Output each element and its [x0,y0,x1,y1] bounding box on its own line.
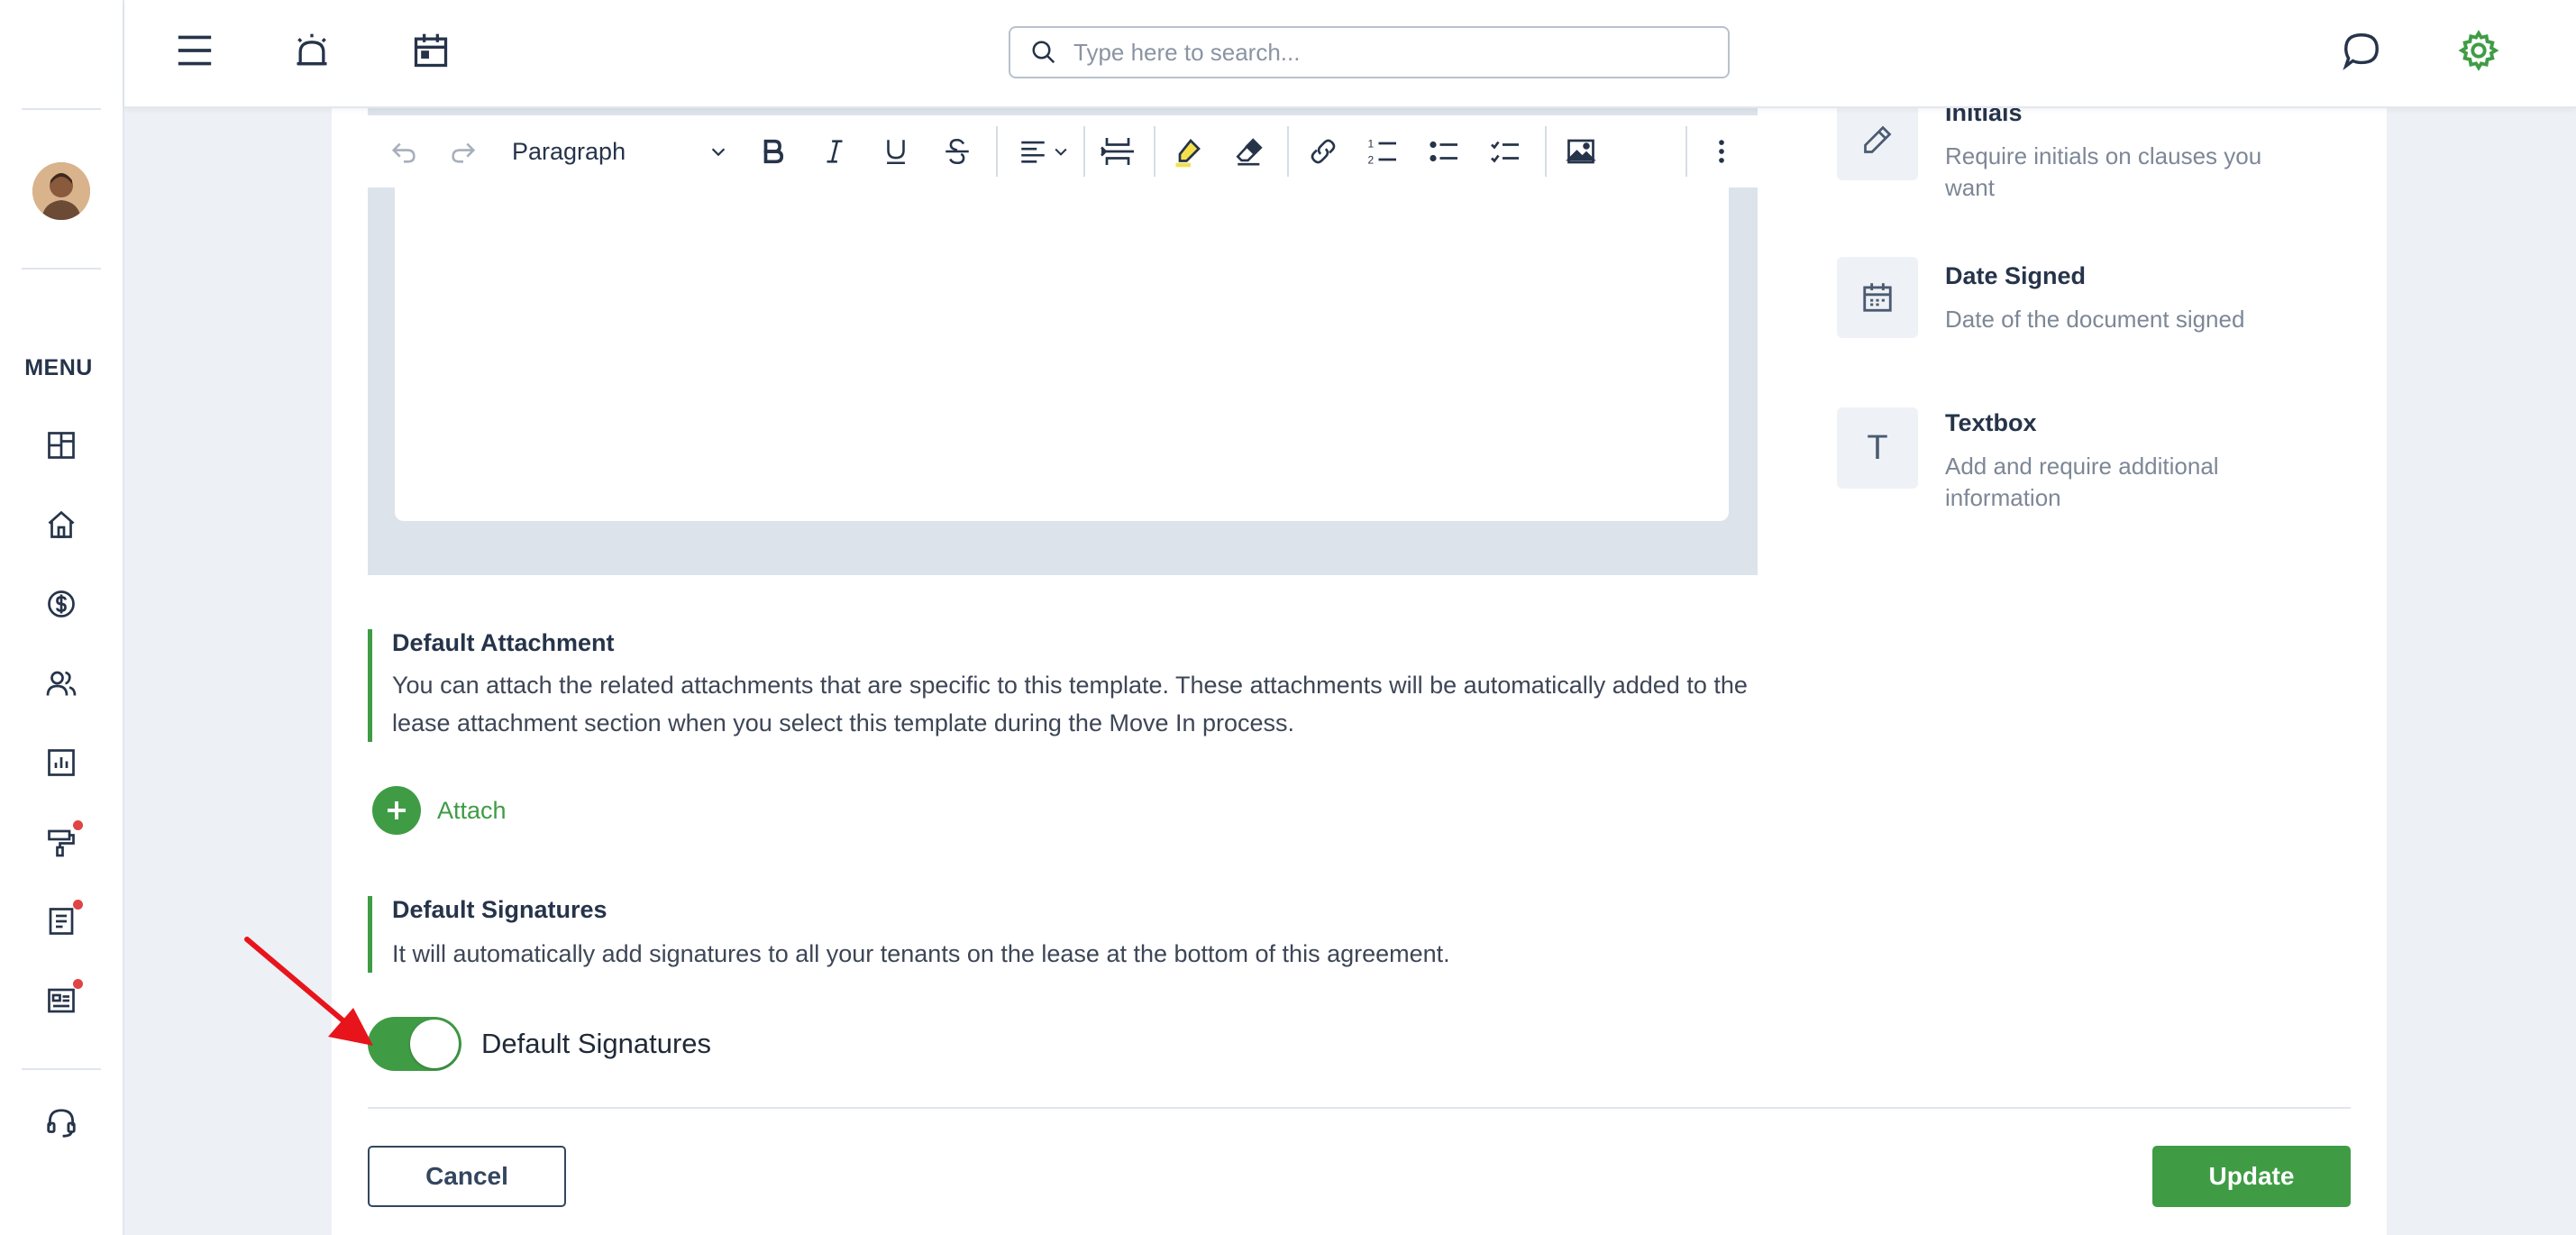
section-description: It will automatically add signatures to … [392,940,1450,967]
document-icon[interactable] [40,900,83,943]
text-t-glyph: T [1867,428,1888,467]
paragraph-style-label: Paragraph [512,137,626,165]
checklist-icon[interactable] [1482,128,1529,175]
toggle-label: Default Signatures [481,1028,712,1059]
footer-divider [368,1107,2351,1109]
field-title: Date Signed [1945,262,2087,289]
field-title: Textbox [1945,409,2037,436]
text-t-icon[interactable]: T [1837,407,1918,489]
toolbar-separator [996,126,998,177]
home-icon[interactable] [40,503,83,546]
link-icon[interactable] [1300,128,1347,175]
toolbar-separator [1154,126,1156,177]
editor-toolbar: Paragraph 1 2 [368,115,1758,188]
toolbar-separator [1287,126,1289,177]
sidebar: MENU [0,0,124,1235]
section-description: You can attach the related attachments t… [392,672,1748,736]
notification-badge [73,820,83,830]
toggle-knob [410,1020,459,1068]
paragraph-style-dropdown[interactable]: Paragraph [503,128,737,175]
field-description: Add and require additional information [1945,453,2219,511]
annotation-arrow-icon [244,937,373,1046]
highlighter-icon[interactable] [1165,128,1211,175]
search-icon [1032,41,1055,64]
chat-icon[interactable] [2340,29,2383,72]
people-icon[interactable] [40,662,83,705]
strikethrough-icon[interactable] [934,128,981,175]
alarm-icon[interactable] [290,29,333,72]
settings-gear-icon[interactable] [2457,29,2500,72]
pencil-icon[interactable] [1837,99,1918,180]
search-box[interactable] [1009,26,1730,78]
svg-text:2: 2 [1368,154,1375,167]
rich-text-editor: Paragraph 1 2 [368,108,1758,575]
hamburger-menu-icon[interactable] [173,29,216,72]
top-bar [124,0,2576,108]
underline-icon[interactable] [872,128,919,175]
default-signatures-section: Default Signatures It will automatically… [368,896,1758,973]
dollar-icon[interactable] [40,582,83,626]
redo-icon[interactable] [440,128,487,175]
default-signatures-toggle-row: Default Signatures [368,1017,711,1071]
calendar-icon[interactable] [409,29,452,72]
headset-icon[interactable] [40,1102,83,1145]
template-editor-card: Paragraph 1 2 Initials Require initials … [332,99,2387,1235]
bulleted-list-icon[interactable] [1420,128,1467,175]
numbered-list-icon[interactable]: 12 [1359,128,1406,175]
more-options-icon[interactable] [1698,128,1745,175]
toolbar-separator [1083,126,1085,177]
bold-icon[interactable] [750,128,797,175]
dashboard-icon[interactable] [40,424,83,467]
field-textbox[interactable]: T Textbox Add and require additional inf… [1837,407,2342,516]
reports-icon[interactable] [40,741,83,784]
avatar[interactable] [32,162,90,220]
listing-icon[interactable] [40,979,83,1022]
update-button[interactable]: Update [2152,1146,2351,1207]
italic-icon[interactable] [811,128,858,175]
field-description: Date of the document signed [1945,306,2245,333]
toolbar-separator [1685,126,1687,177]
cancel-button[interactable]: Cancel [368,1146,566,1207]
plus-icon [372,786,421,835]
field-date-signed[interactable]: Date Signed Date of the document signed [1837,257,2342,365]
page-break-icon[interactable] [1094,128,1141,175]
default-attachment-section: Default Attachment You can attach the re… [368,629,1758,742]
section-title: Default Attachment [392,629,615,656]
sidebar-divider [22,108,101,110]
calendar-icon[interactable] [1837,257,1918,338]
attach-label: Attach [437,796,507,824]
editor-content-area[interactable] [395,178,1729,521]
search-input[interactable] [1073,38,1704,67]
notification-badge [73,979,83,989]
chevron-down-icon [711,148,726,157]
field-description: Require initials on clauses you want [1945,142,2262,201]
sidebar-divider [22,268,101,270]
notification-badge [73,900,83,910]
section-title: Default Signatures [392,896,607,923]
image-icon[interactable] [1557,128,1604,175]
eraser-icon[interactable] [1226,128,1273,175]
toolbar-separator [1545,126,1547,177]
svg-text:1: 1 [1368,138,1375,151]
menu-label: MENU [24,355,93,380]
field-initials[interactable]: Initials Require initials on clauses you… [1837,99,2342,216]
maintenance-icon[interactable] [40,820,83,864]
sidebar-divider [22,1068,101,1070]
undo-icon[interactable] [380,128,427,175]
attach-button[interactable]: Attach [372,786,507,835]
align-chevron-down-icon[interactable] [1047,128,1074,175]
